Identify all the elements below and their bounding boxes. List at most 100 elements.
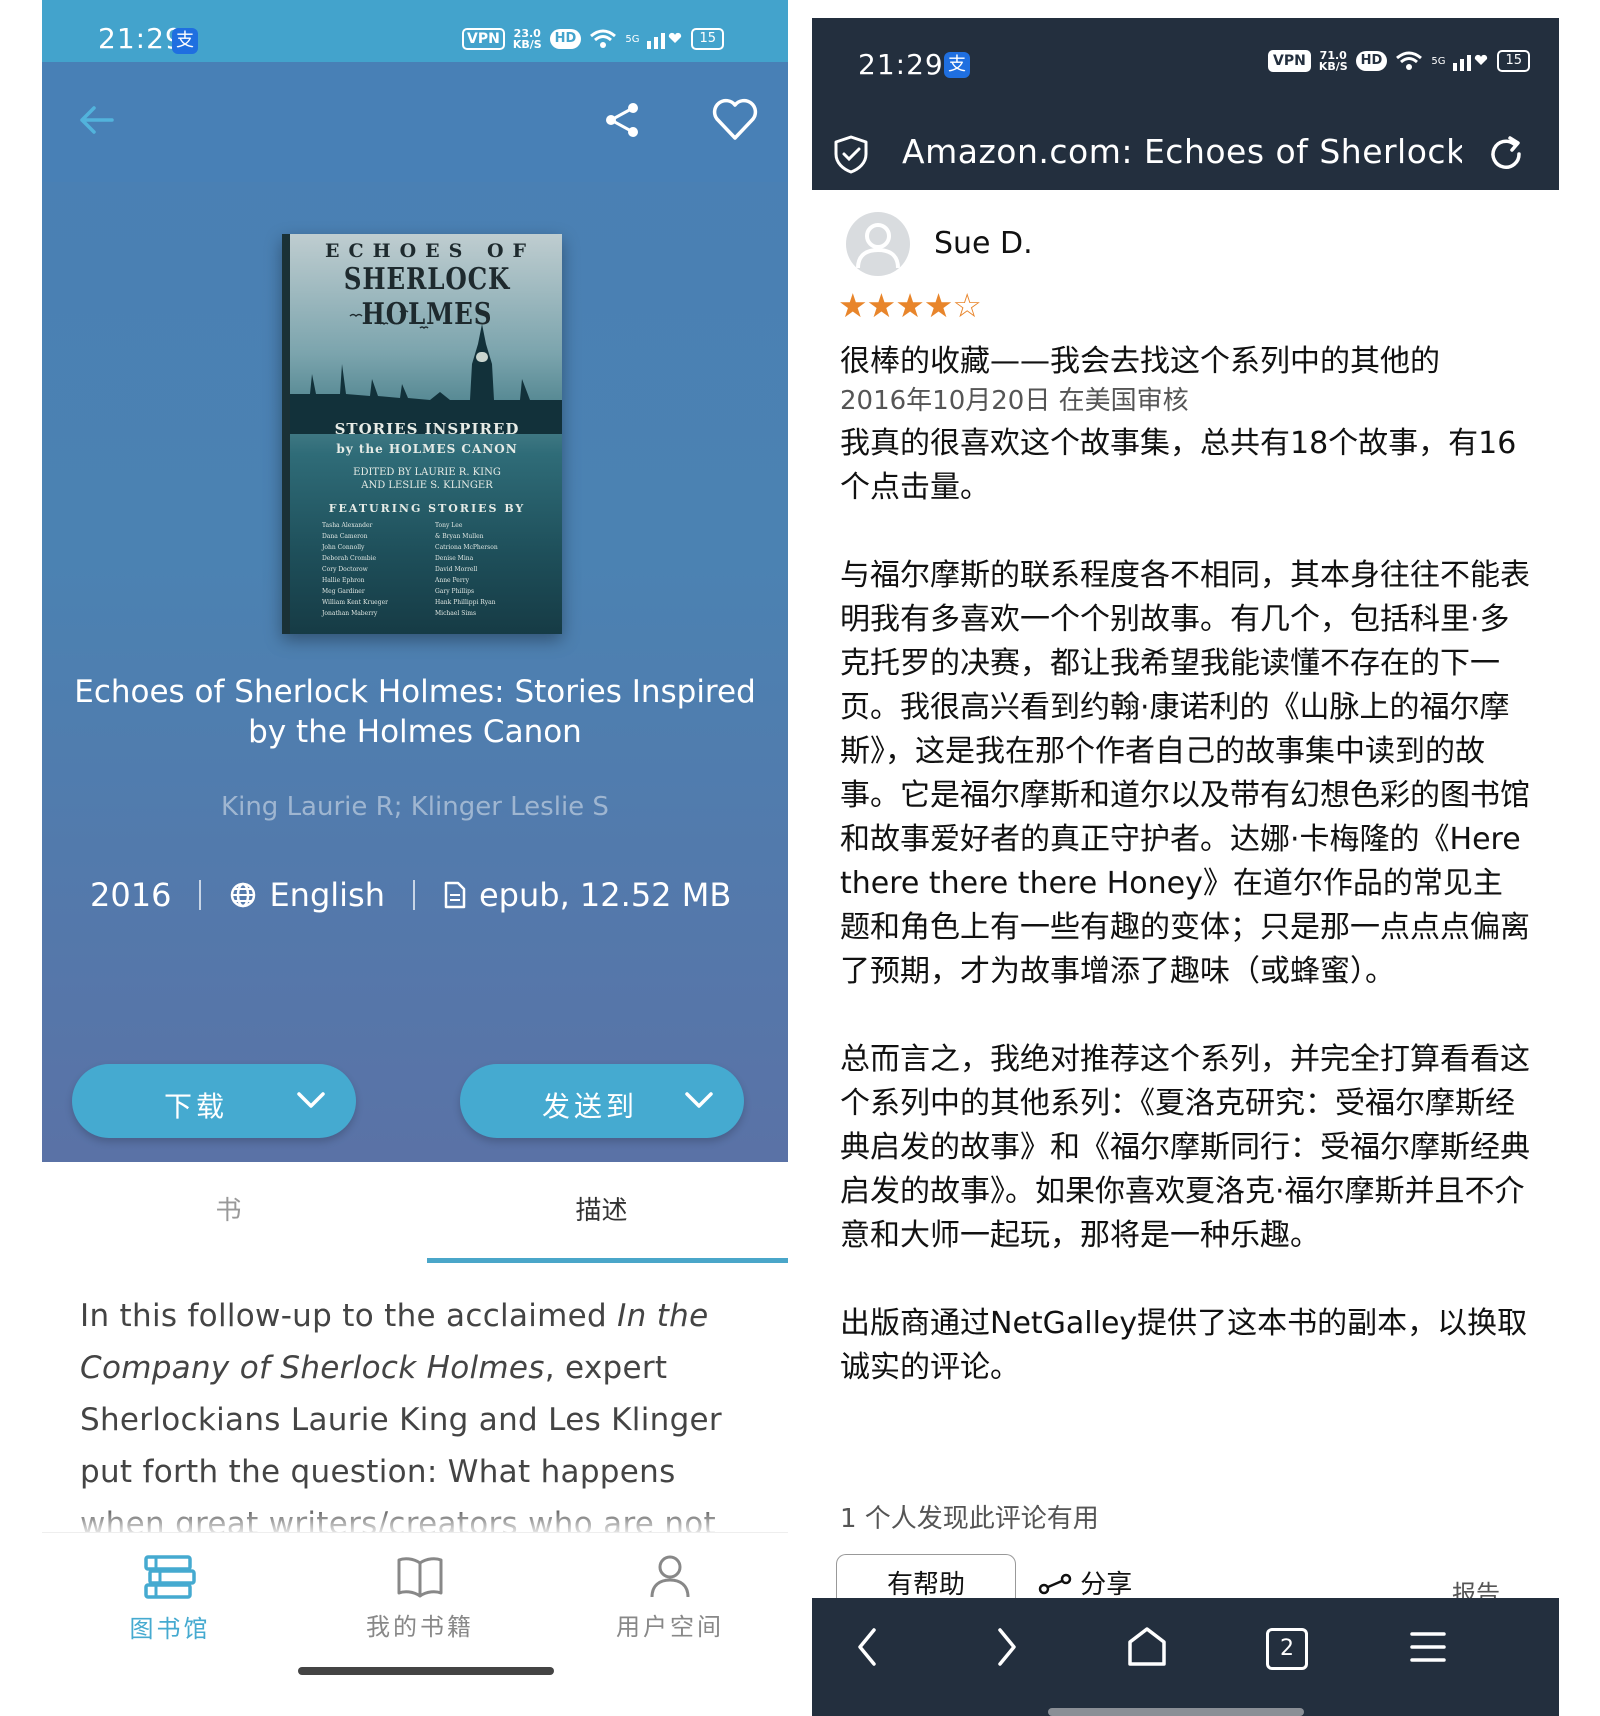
cover-contributor-name: & Bryan Mullen — [435, 533, 484, 540]
hd-icon: HD — [1355, 51, 1388, 71]
cover-contributor-name: Jonathan Maberry — [322, 610, 378, 617]
share-icon[interactable] — [602, 100, 642, 140]
shield-check-icon[interactable] — [832, 134, 870, 174]
star-filled-icon: ★ — [866, 286, 897, 325]
cover-contributor-name: John Connolly — [322, 544, 365, 551]
book-cover-image: ECHOES OF SHERLOCK HOLMES STORIES INSPIR… — [282, 234, 562, 634]
send-to-button[interactable]: 发送到 — [460, 1064, 744, 1138]
active-tab-indicator — [427, 1258, 788, 1263]
cover-contributor-name: Anne Perry — [435, 577, 469, 584]
cover-contributor-name: Deborah Crombie — [322, 555, 377, 562]
status-icons: VPN 23.0 KB/S HD 5G 15 — [462, 24, 725, 54]
star-rating: ★★★★☆ — [838, 286, 982, 325]
nav-library[interactable]: 图书馆 — [70, 1553, 270, 1644]
library-app-screen: 21:29 支 VPN 23.0KB/S HD 5G 15 ECHOES OF — [42, 0, 788, 1716]
review-paragraph: 我真的很喜欢这个故事集，总共有18个故事，有16个点击量。 — [840, 426, 1517, 505]
status-time: 21:29 — [858, 48, 944, 81]
signal-bars-icon — [647, 32, 682, 49]
star-filled-icon: ★ — [838, 286, 868, 325]
cover-contributor-name: Michael Sims — [435, 610, 477, 617]
alipay-icon: 支 — [944, 52, 970, 78]
network-speed: 23.0 KB/S — [512, 27, 542, 51]
chevron-down-icon — [685, 1092, 713, 1108]
signal-5g-icon: 5G — [625, 33, 640, 45]
cover-title-line1: ECHOES OF — [325, 240, 535, 262]
cover-contributor-name: Hallie Ephron — [322, 577, 365, 584]
globe-icon — [229, 881, 257, 909]
battery-icon: 15 — [1497, 50, 1531, 72]
tab-book[interactable]: 书 — [42, 1190, 415, 1227]
reload-icon[interactable] — [1486, 134, 1526, 174]
cover-contributor-name: Tasha Alexander — [322, 522, 373, 529]
cover-contributor-name: Denise Mina — [435, 555, 474, 562]
menu-icon[interactable] — [1408, 1624, 1448, 1670]
tab-description[interactable]: 描述 — [415, 1190, 788, 1227]
chevron-down-icon — [297, 1092, 325, 1108]
wifi-icon — [1396, 51, 1423, 70]
review-body: 我真的很喜欢这个故事集，总共有18个故事，有16个点击量。 与福尔摩斯的联系程度… — [840, 422, 1530, 1434]
review-paragraph: 总而言之，我绝对推荐这个系列，并完全打算看看这个系列中的其他系列：《夏洛克研究：… — [840, 1042, 1530, 1253]
cover-contributor-name: David Morrell — [435, 566, 478, 573]
status-icons: VPN 71.0 KB/S HD 5G 15 — [1268, 46, 1531, 76]
tabs-count-icon[interactable]: 2 — [1266, 1628, 1308, 1670]
book-language: English — [269, 876, 385, 914]
cover-editors: EDITED BY LAURIE R. KING AND LESLIE S. KL… — [353, 467, 501, 491]
reviewer-name[interactable]: Sue D. — [934, 226, 1033, 261]
cover-contributor-name: Cory Doctorow — [322, 566, 368, 573]
cover-contributor-name: Dana Cameron — [322, 533, 368, 540]
cover-featuring: FEATURING STORIES BY — [328, 502, 526, 515]
home-icon[interactable] — [1126, 1624, 1168, 1670]
page-title-url[interactable]: Amazon.com: Echoes of Sherlock — [902, 132, 1462, 171]
star-empty-icon: ☆ — [952, 286, 982, 325]
helpful-count: 1 个人发现此评论有用 — [840, 1504, 1099, 1534]
home-indicator[interactable] — [298, 1667, 554, 1675]
back-icon[interactable] — [852, 1624, 882, 1670]
cover-title-line2: SHERLOCK HOLMES — [343, 262, 511, 332]
cover-contributor-name: William Kent Krueger — [322, 599, 388, 606]
address-bar[interactable]: Amazon.com: Echoes of Sherlock — [812, 110, 1559, 190]
book-title: Echoes of Sherlock Holmes: Stories Inspi… — [74, 674, 756, 750]
wifi-icon — [590, 29, 617, 48]
signal-5g-icon: 5G — [1431, 55, 1446, 67]
cover-contributor-name: Catriona McPherson — [435, 544, 498, 551]
cover-subtitle: STORIES INSPIRED by the HOLMES CANON — [334, 420, 520, 456]
share-icon — [1038, 1573, 1072, 1594]
open-book-icon — [397, 1557, 443, 1598]
divider — [412, 880, 415, 910]
share-link[interactable]: 分享 — [1038, 1564, 1132, 1601]
back-arrow-icon[interactable] — [76, 100, 116, 140]
alipay-icon: 支 — [172, 28, 198, 54]
forward-icon[interactable] — [992, 1624, 1022, 1670]
status-time: 21:29 — [98, 22, 184, 55]
signal-bars-icon — [1453, 54, 1488, 71]
home-indicator[interactable] — [1048, 1708, 1304, 1716]
hd-icon: HD — [549, 29, 582, 49]
favorite-heart-icon[interactable] — [712, 98, 758, 142]
star-filled-icon: ★ — [923, 286, 954, 325]
cover-contributor-name: Gary Phillips — [435, 588, 475, 595]
bottom-navigation: 图书馆 我的书籍 用户空间 — [42, 1532, 788, 1716]
review-date: 2016年10月20日 在美国审核 — [840, 386, 1189, 416]
review-title: 很棒的收藏——我会去找这个系列中的其他的 — [840, 344, 1440, 379]
book-file-info: epub, 12.52 MB — [478, 876, 732, 914]
battery-icon: 15 — [691, 28, 725, 50]
divider — [199, 880, 202, 910]
review-paragraph: 与福尔摩斯的联系程度各不相同，其本身往往不能表明我有多喜欢一个个别故事。有几个，… — [840, 558, 1530, 989]
cover-contributor-name: Meg Gardiner — [322, 588, 365, 595]
star-filled-icon: ★ — [895, 286, 925, 325]
review-paragraph: 出版商通过NetGalley提供了这本书的副本，以换取诚实的评论。 — [840, 1306, 1528, 1385]
cover-contributor-name: Tony Lee — [435, 522, 463, 529]
vpn-icon: VPN — [1268, 50, 1311, 72]
nav-my-books[interactable]: 我的书籍 — [320, 1553, 520, 1642]
amazon-review-screen: 21:29 支 VPN 71.0 KB/S HD 5G 15 Amazon.com… — [812, 18, 1559, 1716]
nav-user-space[interactable]: 用户空间 — [570, 1553, 770, 1642]
download-button[interactable]: 下载 — [72, 1064, 356, 1138]
browser-toolbar: 2 — [812, 1598, 1559, 1716]
book-authors: King Laurie R; Klinger Leslie S — [221, 792, 609, 822]
library-books-icon — [144, 1555, 196, 1599]
tab-bar: 书 描述 — [42, 1162, 788, 1264]
network-speed: 71.0 KB/S — [1318, 49, 1348, 73]
vpn-icon: VPN — [462, 28, 505, 50]
top-app-bar — [42, 62, 788, 182]
book-hero: ECHOES OF SHERLOCK HOLMES STORIES INSPIR… — [42, 62, 788, 1162]
